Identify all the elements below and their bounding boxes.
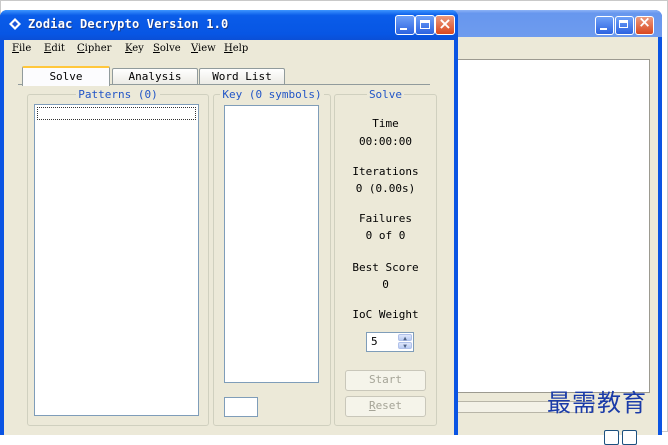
maximize-button[interactable] [415,15,435,35]
spin-up-icon[interactable]: ▲ [398,334,412,342]
best-score-value: 0 [382,278,389,291]
menu-file[interactable]: File [12,43,31,54]
minimize-icon [400,28,407,30]
background-maximize-button[interactable] [615,16,634,35]
background-window-titlebar[interactable]: × [440,10,662,37]
ioc-weight-value: 5 [371,335,378,348]
menu-edit[interactable]: Edit [44,43,65,54]
minimize-icon [600,28,607,30]
key-group: Key (0 symbols) [213,88,331,426]
background-checkbox-2[interactable] [622,430,637,445]
main-client-area: File Edit Cipher Key Solve View Help Sol… [4,40,454,435]
key-symbol-input[interactable] [224,397,258,417]
close-icon: × [638,13,651,31]
menu-help[interactable]: Help [224,43,248,54]
menu-cipher[interactable]: Cipher [77,43,111,54]
key-label: Key (0 symbols) [220,88,324,101]
reset-button[interactable]: Reset [345,396,426,417]
spin-down-icon[interactable]: ▼ [398,342,412,350]
solve-group: Solve Time 00:00:00 Iterations 0 (0.00s)… [334,88,437,426]
background-close-button[interactable]: × [635,13,654,35]
maximize-icon [420,20,430,29]
key-list[interactable] [224,105,319,383]
background-window[interactable]: × [440,10,662,445]
main-window[interactable]: Zodiac Decrypto Version 1.0 × File Edit … [0,10,458,435]
menu-key[interactable]: Key [125,43,144,54]
main-titlebar[interactable]: Zodiac Decrypto Version 1.0 × [0,10,458,40]
minimize-button[interactable] [395,15,415,35]
window-title: Zodiac Decrypto Version 1.0 [28,17,229,31]
ioc-weight-label: IoC Weight [352,308,419,321]
tab-solve[interactable]: Solve [22,66,110,86]
background-checkbox[interactable] [604,430,619,445]
solve-label: Solve [366,88,405,101]
start-button[interactable]: Start [345,370,426,391]
ioc-weight-spinner[interactable]: 5 ▲ ▼ [366,332,414,352]
patterns-group: Patterns (0) [27,88,209,426]
tab-strip: Solve Analysis Word List [18,66,430,86]
output-textbox[interactable] [456,59,650,393]
patterns-focus-row [37,107,196,120]
time-value: 00:00:00 [359,135,412,148]
close-button[interactable]: × [435,15,455,35]
app-icon [9,18,21,30]
maximize-icon [619,20,628,28]
iterations-value: 0 (0.00s) [355,182,416,195]
failures-value: 0 of 0 [365,229,406,242]
background-window-client [444,37,658,445]
close-icon: × [438,14,452,33]
iterations-label: Iterations [352,165,419,178]
menu-view[interactable]: View [191,43,216,54]
menu-bar: File Edit Cipher Key Solve View Help [4,40,454,58]
background-minimize-button[interactable] [595,16,614,35]
best-score-label: Best Score [352,261,419,274]
time-label: Time [372,117,399,130]
tab-analysis[interactable]: Analysis [112,68,198,84]
tab-word-list[interactable]: Word List [199,68,285,84]
failures-label: Failures [359,212,412,225]
watermark-text: 最需教育 [547,389,647,417]
patterns-label: Patterns (0) [76,88,160,101]
menu-solve[interactable]: Solve [153,43,181,54]
patterns-list[interactable] [34,104,199,416]
